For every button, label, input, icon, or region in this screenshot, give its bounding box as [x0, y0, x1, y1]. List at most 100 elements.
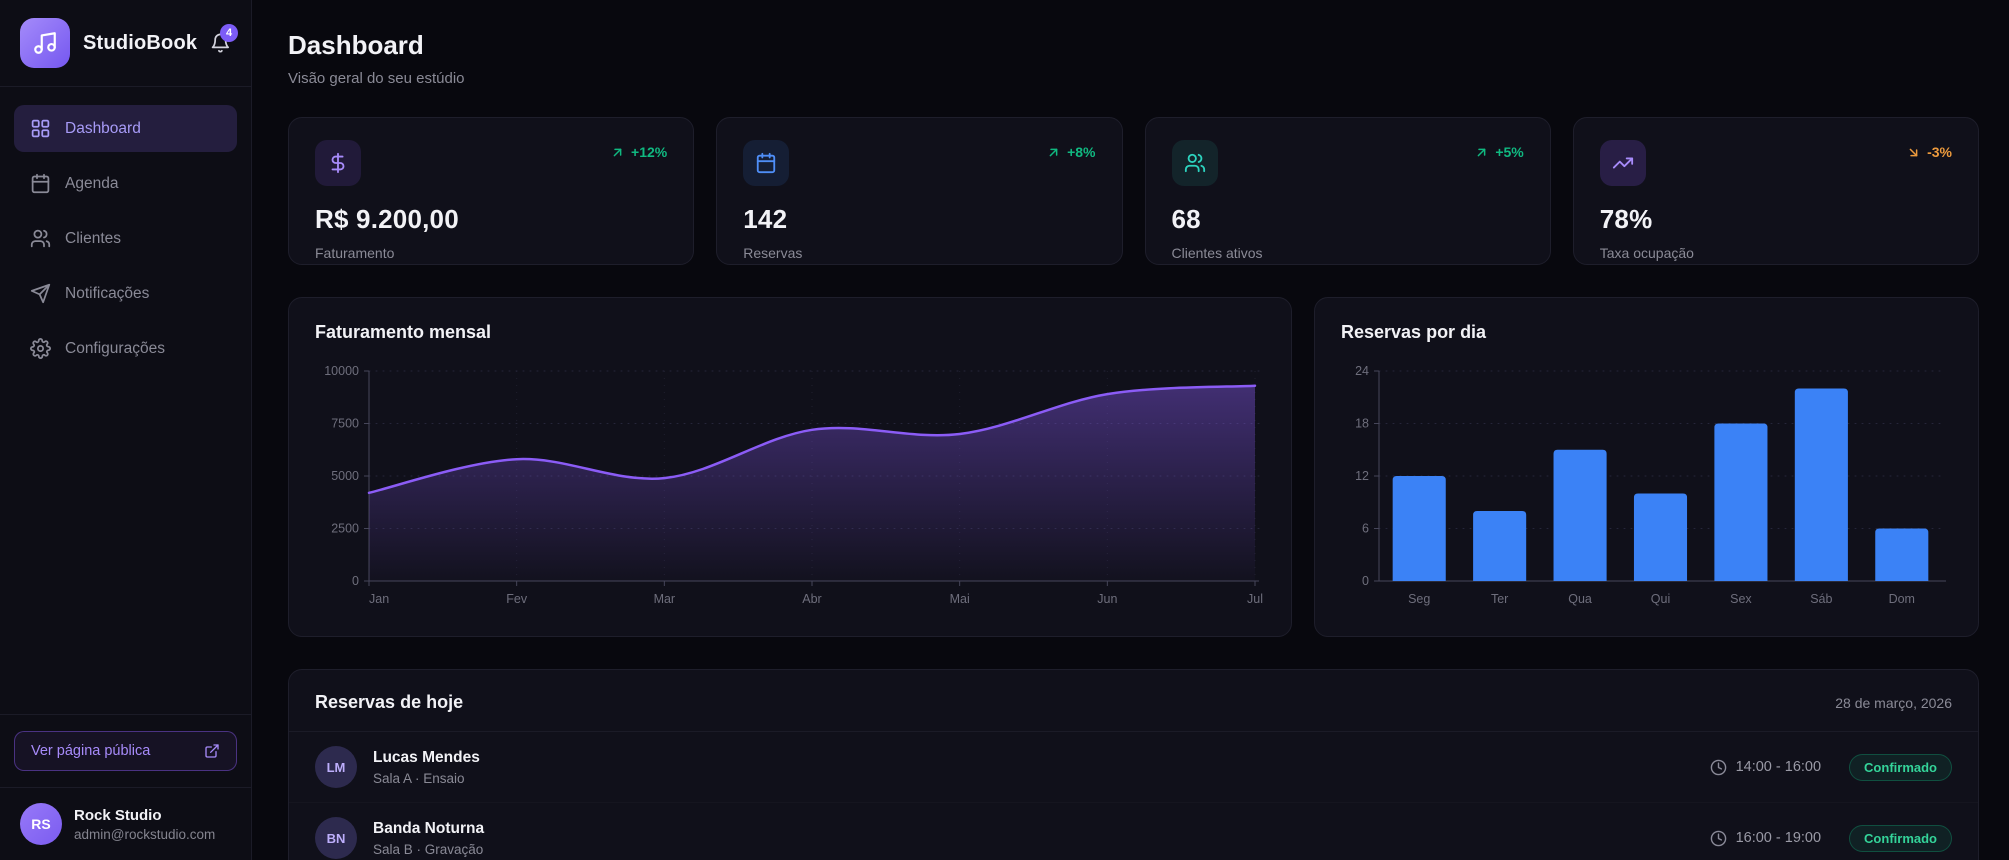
- svg-text:0: 0: [352, 574, 359, 588]
- stat-top: -3%: [1599, 140, 1952, 186]
- stat-cards: +12% R$ 9.200,00 Faturamento +8% 142 Res…: [288, 117, 1979, 265]
- reservation-detail: Sala A · Ensaio: [373, 770, 465, 786]
- page-subtitle: Visão geral do seu estúdio: [288, 70, 465, 87]
- svg-text:Qui: Qui: [1651, 592, 1670, 606]
- avatar: RS: [20, 803, 62, 845]
- stat-change-value: +8%: [1067, 144, 1096, 160]
- svg-text:Jun: Jun: [1097, 592, 1117, 606]
- arrow-up-right-icon: [610, 145, 625, 160]
- arrow-up-right-icon: [1046, 145, 1061, 160]
- reservation-row[interactable]: LM Lucas Mendes Sala A · Ensaio 14:00 - …: [289, 732, 1978, 803]
- svg-text:24: 24: [1355, 364, 1369, 378]
- stat-icon-box: [315, 140, 361, 186]
- reservation-client-name: Banda Noturna: [373, 819, 485, 837]
- notification-count-badge: 4: [220, 24, 238, 42]
- notifications-button[interactable]: 4: [210, 24, 238, 55]
- send-icon: [30, 283, 51, 304]
- svg-text:12: 12: [1355, 469, 1369, 483]
- stat-card-clientes: +5% 68 Clientes ativos: [1144, 117, 1551, 265]
- app-root: StudioBook 4 Dashboard Agenda Clientes N…: [0, 0, 2009, 860]
- sidebar-item-agenda[interactable]: Agenda: [14, 160, 237, 207]
- reservas-por-dia-card: Reservas por dia 0 6 12 18 24 Seg Ter Qua Qui Sex…: [1314, 297, 1979, 637]
- arrow-down-right-icon: [1906, 145, 1921, 160]
- reservation-time-text: 16:00 - 19:00: [1735, 830, 1822, 846]
- svg-text:Ter: Ter: [1491, 592, 1508, 606]
- reservations-date: 28 de março, 2026: [1835, 694, 1952, 711]
- reservation-row[interactable]: BN Banda Noturna Sala B · Gravação 16:00…: [289, 803, 1978, 860]
- svg-text:7500: 7500: [331, 417, 359, 431]
- trending-up-icon: [1612, 152, 1634, 174]
- reservation-client-name: Lucas Mendes: [373, 748, 480, 766]
- stat-icon-box: [743, 140, 790, 186]
- users-icon: [30, 228, 51, 249]
- stat-change: +8%: [1046, 144, 1096, 160]
- user-email: admin@rockstudio.com: [74, 826, 216, 842]
- sidebar-footer: Ver página pública RS Rock Studio admin@…: [0, 714, 251, 860]
- svg-text:Sex: Sex: [1730, 592, 1752, 606]
- calendar-icon: [30, 173, 51, 194]
- sidebar-nav: Dashboard Agenda Clientes Notificações C…: [0, 87, 251, 390]
- stat-change: +12%: [610, 144, 667, 160]
- stat-card-taxa-ocupacao: -3% 78% Taxa ocupação: [1572, 117, 1979, 265]
- reservations-header: Reservas de hoje 28 de março, 2026: [289, 670, 1978, 732]
- svg-text:5000: 5000: [331, 469, 359, 483]
- page-title: Dashboard: [288, 30, 424, 60]
- sidebar-header: StudioBook 4: [0, 0, 251, 87]
- stat-change-value: -3%: [1927, 144, 1952, 160]
- stat-value: 68: [1171, 204, 1201, 234]
- svg-text:18: 18: [1355, 417, 1369, 431]
- stat-change-value: +5%: [1495, 144, 1524, 160]
- svg-text:Qua: Qua: [1568, 592, 1592, 606]
- svg-text:10000: 10000: [324, 364, 359, 378]
- sidebar-item-configuracoes[interactable]: Configurações: [14, 325, 237, 372]
- stat-icon-box: [1171, 140, 1218, 186]
- svg-text:Fev: Fev: [506, 592, 528, 606]
- user-name: Rock Studio: [74, 806, 162, 824]
- stat-card-reservas: +8% 142 Reservas: [716, 117, 1123, 265]
- reservation-meta: 14:00 - 16:00 Confirmado: [1710, 753, 1952, 781]
- status-badge: Confirmado: [1849, 824, 1952, 852]
- svg-text:2500: 2500: [331, 522, 359, 536]
- public-page-label: Ver página pública: [31, 743, 151, 759]
- reservas-de-hoje-card: Reservas de hoje 28 de março, 2026 LM Lu…: [288, 669, 1979, 860]
- public-page-button[interactable]: Ver página pública: [14, 731, 237, 771]
- user-profile[interactable]: RS Rock Studio admin@rockstudio.com: [0, 787, 251, 860]
- stat-label: Reservas: [743, 245, 803, 261]
- sidebar-item-label: Agenda: [65, 174, 119, 192]
- sidebar-item-label: Dashboard: [65, 119, 141, 137]
- stat-top: +5%: [1171, 140, 1524, 186]
- stat-icon-box: [1599, 140, 1646, 186]
- svg-text:Abr: Abr: [802, 592, 821, 606]
- sidebar-item-dashboard[interactable]: Dashboard: [14, 105, 237, 152]
- chart-title: Reservas por dia: [1341, 322, 1487, 342]
- user-info: Rock Studio admin@rockstudio.com: [74, 807, 215, 842]
- sidebar-item-clientes[interactable]: Clientes: [14, 215, 237, 262]
- sidebar-item-notificacoes[interactable]: Notificações: [14, 270, 237, 317]
- svg-text:Dom: Dom: [1889, 592, 1915, 606]
- sidebar-item-label: Notificações: [65, 284, 150, 302]
- grid-icon: [30, 118, 51, 139]
- users-icon: [1184, 152, 1206, 174]
- stat-card-faturamento: +12% R$ 9.200,00 Faturamento: [288, 117, 695, 265]
- reservation-info: Lucas Mendes Sala A · Ensaio: [373, 749, 480, 786]
- svg-text:Sáb: Sáb: [1810, 592, 1832, 606]
- stat-change: -3%: [1906, 144, 1952, 160]
- public-page-section: Ver página pública: [0, 714, 251, 787]
- reservations-title: Reservas de hoje: [315, 692, 464, 712]
- sidebar: StudioBook 4 Dashboard Agenda Clientes N…: [0, 0, 252, 860]
- chart-title: Faturamento mensal: [315, 322, 492, 342]
- music-note-icon: [32, 30, 58, 56]
- arrow-up-right-icon: [1474, 145, 1489, 160]
- svg-text:0: 0: [1362, 574, 1369, 588]
- reservation-time: 14:00 - 16:00: [1710, 759, 1821, 776]
- svg-text:6: 6: [1362, 522, 1369, 536]
- svg-text:Jul: Jul: [1247, 592, 1263, 606]
- clock-icon: [1710, 830, 1727, 847]
- reservation-detail: Sala B · Gravação: [373, 841, 484, 857]
- sidebar-item-label: Configurações: [65, 339, 165, 357]
- stat-label: Faturamento: [315, 245, 395, 261]
- reservas-por-dia-chart: 0 6 12 18 24 Seg Ter Qua Qui Sex Sáb Dom: [1341, 359, 1952, 616]
- faturamento-mensal-card: Faturamento mensal Jan Fev Mar Abr Mai Jun Jul…: [288, 297, 1292, 637]
- app-logo: [20, 18, 70, 68]
- main-content: Dashboard Visão geral do seu estúdio +12…: [252, 0, 2009, 860]
